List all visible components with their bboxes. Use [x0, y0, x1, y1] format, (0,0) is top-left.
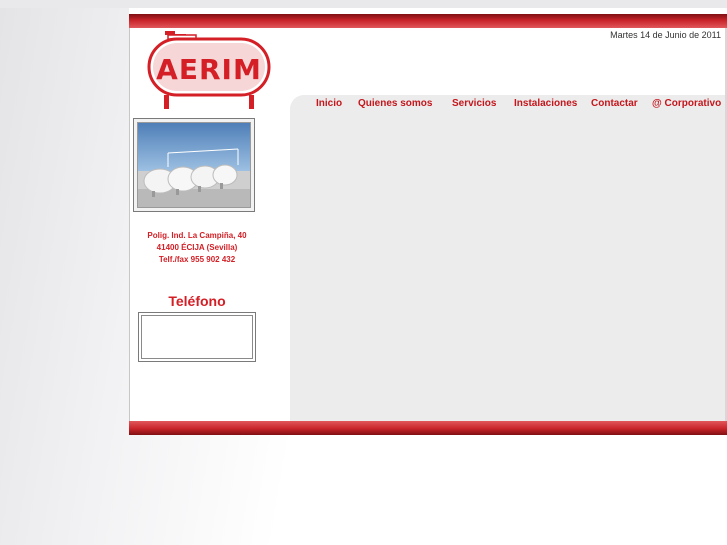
address-line-3: Telf./fax 955 902 432: [158, 255, 236, 264]
phone-box: [138, 312, 256, 362]
nav-instalaciones[interactable]: Instalaciones: [514, 98, 577, 109]
address-line-1: Polig. Ind. La Campiña, 40: [147, 231, 247, 240]
main-content-area: [290, 113, 726, 421]
address-line-2: 41400 ÉCIJA (Sevilla): [156, 243, 238, 252]
photo-frame: [137, 122, 251, 208]
bottom-red-bar: [129, 421, 727, 435]
logo-text: AERIM: [156, 53, 262, 86]
top-red-bar: [129, 14, 727, 28]
page-content: Martes 14 de Junio de 2011 AERIM Inicio …: [129, 28, 727, 421]
nav-inicio[interactable]: Inicio: [316, 98, 342, 109]
nav-corporativo[interactable]: @ Corporativo: [652, 98, 721, 109]
nav-contactar[interactable]: Contactar: [591, 98, 638, 109]
page-frame: Martes 14 de Junio de 2011 AERIM Inicio …: [129, 8, 727, 435]
installation-photo: [133, 118, 255, 212]
phone-title: Teléfono: [168, 293, 226, 309]
top-strip: [0, 0, 727, 8]
current-date: Martes 14 de Junio de 2011: [610, 30, 721, 40]
nav-quienes-somos[interactable]: Quienes somos: [358, 98, 432, 109]
aerim-logo[interactable]: AERIM: [146, 31, 272, 111]
phone-box-inner: [141, 315, 253, 359]
nav-servicios[interactable]: Servicios: [452, 98, 496, 109]
tanks-photo: [138, 123, 250, 207]
